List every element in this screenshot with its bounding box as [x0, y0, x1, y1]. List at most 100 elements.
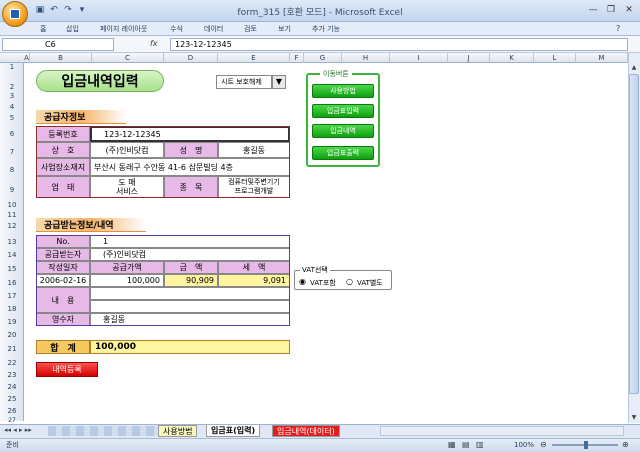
chevron-down-icon[interactable]: ▼	[272, 75, 286, 89]
tab-review[interactable]: 검토	[244, 24, 257, 34]
row-1[interactable]: 1	[0, 63, 24, 71]
item-cell[interactable]: 컴퓨터및주변기기 프로그램개발	[218, 176, 290, 198]
biztype-cell[interactable]: 도 매 서비스	[90, 176, 164, 198]
restore-icon[interactable]: ❐	[602, 3, 620, 17]
row-8[interactable]: 8	[0, 166, 24, 176]
col-b[interactable]: B	[30, 53, 92, 63]
row-5[interactable]: 5	[0, 114, 24, 124]
tab-view[interactable]: 보기	[278, 24, 291, 34]
row-16[interactable]: 16	[0, 279, 24, 289]
total-cell[interactable]: 100,000	[90, 340, 290, 354]
supply-cell[interactable]: 100,000	[90, 274, 164, 287]
scroll-up-icon[interactable]: ▲	[629, 64, 639, 72]
view-pagebreak-icon[interactable]: ▥	[476, 440, 484, 449]
sheet-tab-data[interactable]: 입금내역(데이터)	[272, 425, 340, 437]
nav-deposit-history-button[interactable]: 입금내역	[312, 124, 374, 138]
zoom-level[interactable]: 100%	[514, 441, 534, 449]
amount-cell[interactable]: 90,909	[164, 274, 218, 287]
view-normal-icon[interactable]: ▦	[448, 440, 456, 449]
zoom-in-icon[interactable]: ⊕	[622, 440, 629, 449]
fx-icon[interactable]: fx	[150, 39, 158, 48]
content-cell-1[interactable]	[90, 287, 290, 300]
tab-insert[interactable]: 삽입	[66, 24, 79, 34]
nav-receipt-print-button[interactable]: 입금표출력	[312, 146, 374, 160]
row-12[interactable]: 12	[0, 222, 24, 232]
recipient-cell[interactable]: 홍길동	[90, 313, 290, 326]
radio-unchecked-icon[interactable]: ○	[346, 277, 353, 286]
row-24[interactable]: 24	[0, 383, 24, 393]
col-j[interactable]: J	[448, 53, 490, 63]
view-layout-icon[interactable]: ▤	[462, 440, 470, 449]
row-23[interactable]: 23	[0, 371, 24, 381]
sheet-tab-input[interactable]: 입금표(입력)	[206, 425, 261, 437]
tab-nav-icon[interactable]: ◂◂ ◂ ▸ ▸▸	[4, 426, 32, 434]
name-cell[interactable]: 홍길동	[218, 142, 290, 158]
col-k[interactable]: K	[490, 53, 534, 63]
tab-addins[interactable]: 추가 기능	[312, 24, 340, 34]
office-button[interactable]	[2, 1, 28, 27]
protect-select[interactable]: 시트 보호해제	[216, 75, 272, 89]
col-f[interactable]: F	[290, 53, 304, 63]
row-15[interactable]: 15	[0, 265, 24, 275]
amount-label: 금 액	[164, 261, 218, 274]
row-21[interactable]: 21	[0, 345, 24, 355]
tab-home[interactable]: 홈	[40, 24, 46, 34]
row-25[interactable]: 25	[0, 395, 24, 405]
tax-cell[interactable]: 9,091	[218, 274, 290, 287]
reg-no-cell[interactable]: 123-12-12345	[90, 126, 290, 142]
row-20[interactable]: 20	[0, 331, 24, 341]
date-cell[interactable]: 2006-02-16	[36, 274, 90, 287]
col-e[interactable]: E	[218, 53, 290, 63]
row-11[interactable]: 11	[0, 211, 24, 221]
name-box[interactable]: C6	[2, 38, 114, 51]
row-17[interactable]: 17	[0, 292, 24, 302]
col-m[interactable]: M	[576, 53, 628, 63]
content-cell-2[interactable]	[90, 300, 290, 313]
zoom-out-icon[interactable]: ⊖	[540, 440, 547, 449]
company-label: 상 호	[36, 142, 90, 158]
row-26[interactable]: 26	[0, 407, 24, 417]
address-cell[interactable]: 부산시 동래구 수안동 41-6 삼문빌딩 4층	[90, 158, 290, 176]
row-13[interactable]: 13	[0, 238, 24, 248]
row-7[interactable]: 7	[0, 148, 24, 158]
row-22[interactable]: 22	[0, 359, 24, 369]
tab-page-layout[interactable]: 페이지 레이아웃	[100, 24, 147, 34]
receiver-cell[interactable]: (주)인비닷컴	[90, 248, 290, 261]
radio-checked-icon[interactable]: ◉	[299, 277, 306, 286]
row-10[interactable]: 10	[0, 201, 24, 211]
col-g[interactable]: G	[304, 53, 342, 63]
register-button[interactable]: 내역등록	[36, 362, 98, 377]
zoom-slider-thumb[interactable]	[584, 441, 588, 449]
row-18[interactable]: 18	[0, 305, 24, 315]
col-d[interactable]: D	[164, 53, 218, 63]
tab-formulas[interactable]: 수식	[170, 24, 183, 34]
formula-input[interactable]: 123-12-12345	[170, 38, 628, 51]
no-cell[interactable]: 1	[90, 235, 290, 248]
col-h[interactable]: H	[342, 53, 390, 63]
help-icon[interactable]: ?	[616, 24, 620, 33]
col-i[interactable]: I	[390, 53, 448, 63]
row-6[interactable]: 6	[0, 130, 24, 140]
tab-data[interactable]: 데이터	[204, 24, 223, 34]
scroll-down-icon[interactable]: ▼	[629, 414, 639, 422]
reg-no-label: 등록번호	[36, 126, 90, 142]
hidden-tabs	[48, 426, 158, 436]
row-4[interactable]: 4	[0, 103, 24, 113]
scroll-thumb[interactable]	[629, 74, 639, 394]
company-cell[interactable]: (주)인비닷컴	[90, 142, 164, 158]
sheet-tab-usage[interactable]: 사용방법	[158, 425, 198, 437]
row-19[interactable]: 19	[0, 318, 24, 328]
horizontal-scrollbar[interactable]	[380, 426, 624, 436]
row-14[interactable]: 14	[0, 251, 24, 261]
col-c[interactable]: C	[92, 53, 164, 63]
close-icon[interactable]: ✕	[620, 3, 638, 17]
vat-exclude-label[interactable]: VAT별도	[357, 278, 383, 288]
window-title: form_315 [호환 모드] - Microsoft Excel	[237, 8, 403, 18]
nav-receipt-input-button[interactable]: 입금표입력	[312, 104, 374, 118]
vat-include-label[interactable]: VAT포함	[310, 278, 336, 288]
row-3[interactable]: 3	[0, 92, 24, 102]
minimize-icon[interactable]: —	[584, 3, 602, 17]
col-l[interactable]: L	[534, 53, 576, 63]
nav-usage-button[interactable]: 사용방법	[312, 84, 374, 98]
row-9[interactable]: 9	[0, 186, 24, 196]
